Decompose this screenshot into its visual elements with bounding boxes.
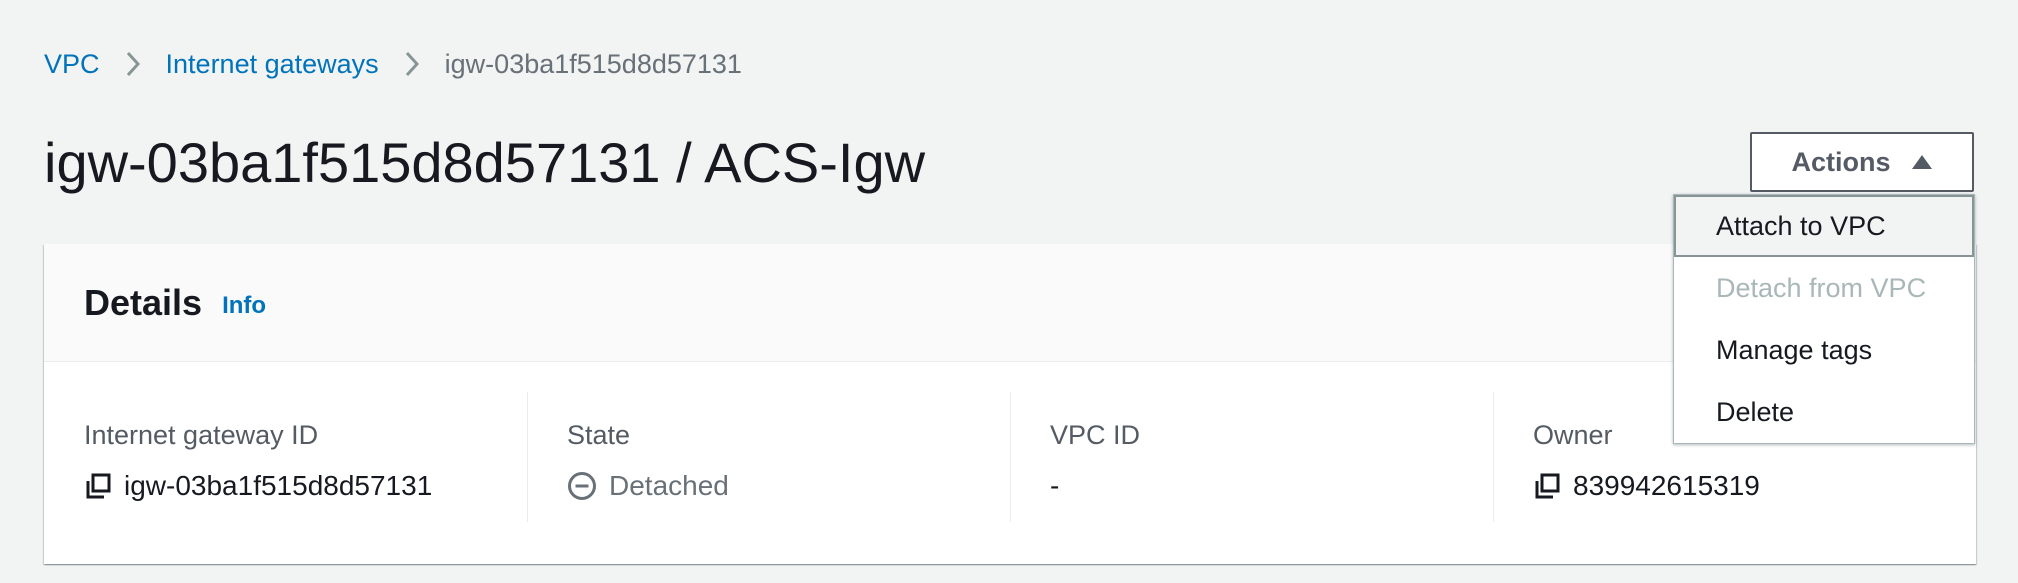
detail-value: -: [1050, 468, 1493, 504]
info-link[interactable]: Info: [222, 292, 266, 320]
detail-internet-gateway-id: Internet gateway ID igw-03ba1f515d8d5713…: [44, 392, 527, 522]
menu-item-delete[interactable]: Delete: [1674, 381, 1974, 443]
details-title: Details: [84, 281, 203, 323]
chevron-right-icon: [126, 51, 140, 77]
breadcrumb-current: igw-03ba1f515d8d57131: [444, 48, 742, 79]
breadcrumb-internet-gateways-link[interactable]: Internet gateways: [166, 49, 379, 80]
detail-label: Internet gateway ID: [84, 420, 319, 450]
detail-vpc-id: VPC ID -: [1010, 392, 1493, 522]
detail-value: igw-03ba1f515d8d57131: [84, 468, 527, 504]
state-value: Detached: [609, 470, 729, 501]
detail-value: 839942615319: [1533, 468, 1976, 504]
detail-label: State: [567, 420, 631, 450]
detail-state: State Detached: [527, 392, 1010, 522]
copy-icon[interactable]: [84, 472, 112, 500]
menu-item-manage-tags[interactable]: Manage tags: [1674, 319, 1974, 381]
menu-item-detach-from-vpc: Detach from VPC: [1716, 273, 1927, 303]
actions-dropdown-menu: Attach to VPC Detach from VPC Manage tag…: [1673, 194, 1975, 444]
caret-up-icon: [1911, 154, 1933, 170]
menu-item-attach-to-vpc[interactable]: Attach to VPC: [1674, 195, 1974, 257]
actions-button[interactable]: Actions: [1750, 132, 1974, 192]
page-title: igw-03ba1f515d8d57131 / ACS-Igw: [44, 131, 926, 194]
actions-button-label: Actions: [1791, 146, 1891, 177]
copy-icon[interactable]: [1533, 472, 1561, 500]
breadcrumb-vpc-link[interactable]: VPC: [44, 49, 100, 80]
breadcrumb: VPC Internet gateways igw-03ba1f515d8d57…: [44, 46, 742, 82]
chevron-right-icon: [405, 51, 419, 77]
detail-label: VPC ID: [1050, 420, 1141, 450]
detail-value: Detached: [567, 468, 1010, 504]
minus-circle-icon: [567, 471, 597, 501]
owner-value: 839942615319: [1573, 470, 1760, 501]
internet-gateway-id-value: igw-03ba1f515d8d57131: [124, 470, 433, 501]
vpc-id-value: -: [1050, 470, 1060, 501]
